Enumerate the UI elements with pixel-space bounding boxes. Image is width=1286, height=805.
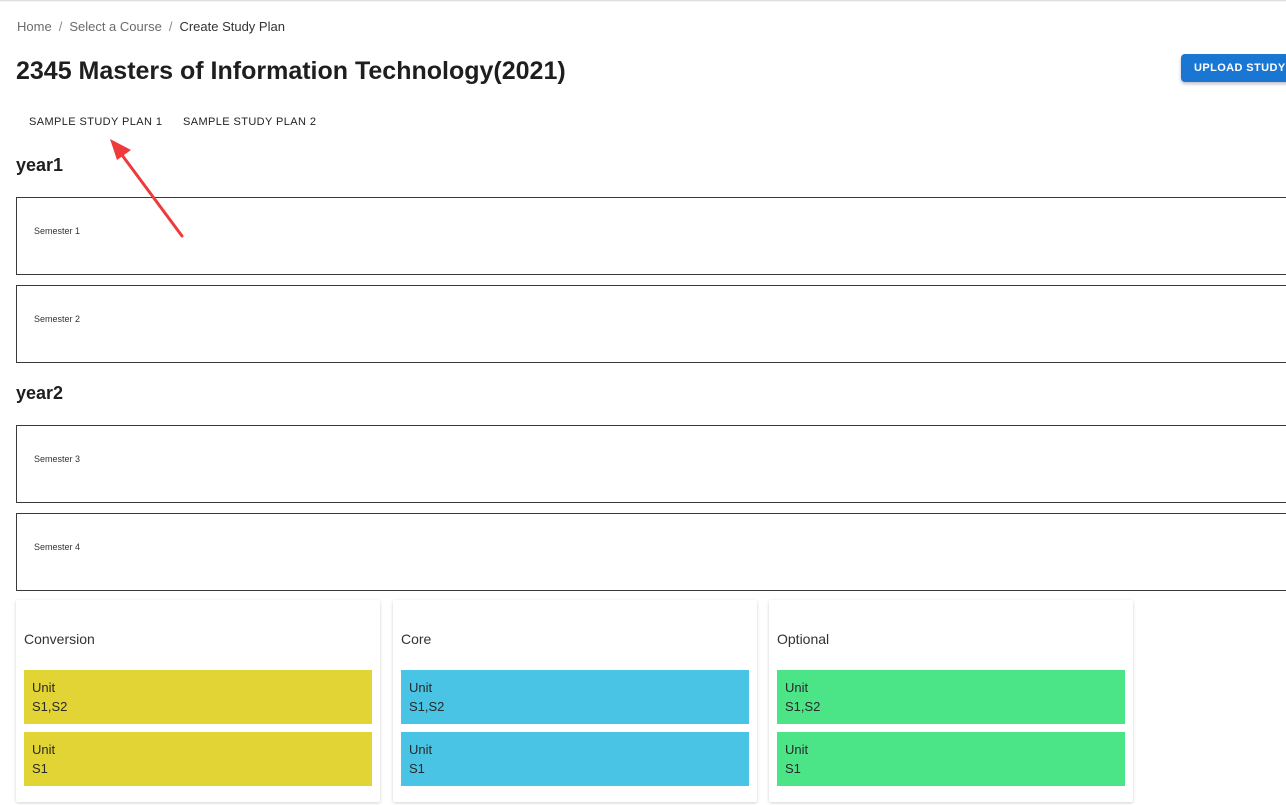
unit-offered-semesters: S1,S2	[409, 699, 445, 714]
breadcrumb-select-course-link[interactable]: Select a Course	[69, 19, 162, 34]
semester-label: Semester 4	[34, 542, 81, 552]
unit-name: Unit	[32, 680, 56, 695]
breadcrumb-separator: /	[58, 19, 63, 34]
semester-label: Semester 3	[34, 454, 81, 464]
semester-label: Semester 2	[34, 314, 81, 324]
unit-offered-semesters: S1	[785, 761, 801, 776]
semester-4-dropzone[interactable]: Semester 4	[16, 513, 1286, 591]
unit-card[interactable]: Unit S1,S2	[401, 670, 749, 724]
breadcrumb-separator: /	[168, 19, 173, 34]
breadcrumb-current: Create Study Plan	[179, 19, 285, 34]
page-title: 2345 Masters of Information Technology(2…	[16, 57, 566, 85]
semester-3-dropzone[interactable]: Semester 3	[16, 425, 1286, 503]
breadcrumb: Home / Select a Course / Create Study Plan	[17, 19, 285, 34]
unit-group-title: Core	[401, 631, 432, 647]
unit-group-optional: Optional Unit S1,S2 Unit S1	[769, 600, 1133, 802]
unit-card[interactable]: Unit S1,S2	[777, 670, 1125, 724]
unit-offered-semesters: S1,S2	[785, 699, 821, 714]
tab-sample-study-plan-1[interactable]: SAMPLE STUDY PLAN 1	[29, 108, 162, 136]
unit-name: Unit	[785, 742, 809, 757]
semester-label: Semester 1	[34, 226, 81, 236]
unit-offered-semesters: S1,S2	[32, 699, 68, 714]
unit-group-core: Core Unit S1,S2 Unit S1	[393, 600, 757, 802]
unit-group-title: Conversion	[24, 631, 95, 647]
unit-name: Unit	[32, 742, 56, 757]
year-1-title: year1	[16, 155, 64, 175]
upload-study-plan-button[interactable]: UPLOAD STUDY PLAN	[1181, 54, 1286, 82]
unit-name: Unit	[409, 680, 433, 695]
unit-card[interactable]: Unit S1	[24, 732, 372, 786]
unit-name: Unit	[409, 742, 433, 757]
tab-sample-study-plan-2[interactable]: SAMPLE STUDY PLAN 2	[183, 108, 316, 136]
unit-group-title: Optional	[777, 631, 830, 647]
unit-group-conversion: Conversion Unit S1,S2 Unit S1	[16, 600, 380, 802]
breadcrumb-home-link[interactable]: Home	[17, 19, 52, 34]
app-bar-shadow	[0, 0, 1286, 2]
unit-card[interactable]: Unit S1	[401, 732, 749, 786]
unit-card[interactable]: Unit S1	[777, 732, 1125, 786]
unit-card[interactable]: Unit S1,S2	[24, 670, 372, 724]
year-2-title: year2	[16, 383, 64, 403]
unit-offered-semesters: S1	[32, 761, 48, 776]
unit-offered-semesters: S1	[409, 761, 425, 776]
semester-2-dropzone[interactable]: Semester 2	[16, 285, 1286, 363]
semester-1-dropzone[interactable]: Semester 1	[16, 197, 1286, 275]
unit-name: Unit	[785, 680, 809, 695]
